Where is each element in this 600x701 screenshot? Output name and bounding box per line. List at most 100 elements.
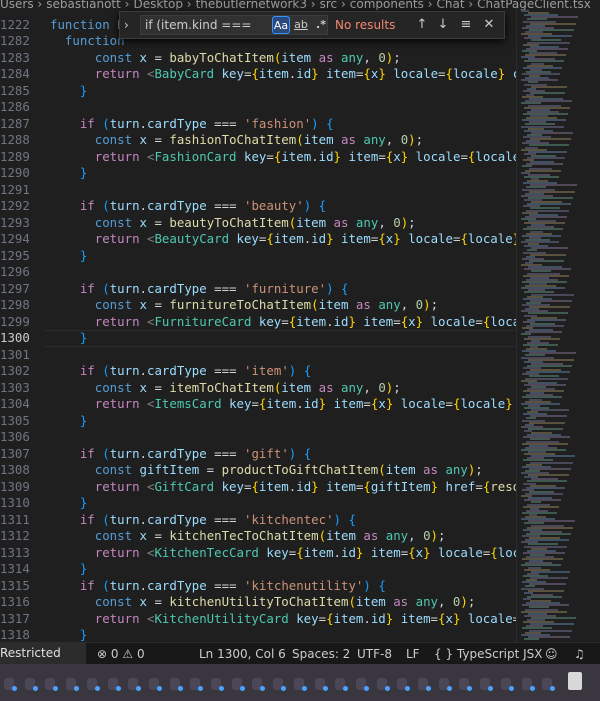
restricted-mode-indicator[interactable]: Restricted Mode: [0, 643, 86, 681]
code-editor[interactable]: 1222 1282 1283 1284 1285 1286 1287 1288 1289 1290…: [0, 10, 600, 642]
code-line[interactable]: if (turn.cardType === 'fashion') {: [50, 116, 334, 133]
code-line[interactable]: return <KitchenTecCard key={item.id} ite…: [50, 545, 516, 562]
minimap-row: [530, 91, 565, 94]
code-line[interactable]: if (turn.cardType === 'kitchenutility') …: [50, 578, 386, 595]
indentation-setting[interactable]: Spaces: 2: [292, 647, 350, 661]
code-line[interactable]: const x = itemToChatItem(item as any, 0)…: [50, 380, 401, 397]
minimap-row: [525, 169, 561, 172]
breadcrumb-item[interactable]: Chat ›: [437, 0, 474, 10]
code-line[interactable]: }: [50, 165, 87, 182]
code-line[interactable]: return <FurnitureCard key={item.id} item…: [50, 314, 516, 331]
line-number-gutter: 1222 1282 1283 1284 1285 1286 1287 1288 1289 1290…: [0, 10, 44, 643]
line-number: 1284: [0, 66, 30, 81]
language-label: TypeScript JSX: [456, 647, 543, 661]
regex-toggle[interactable]: .*: [312, 16, 330, 34]
breadcrumb-item[interactable]: components ›: [350, 0, 433, 10]
line-number: 1309: [0, 478, 30, 494]
code-line[interactable]: if (turn.cardType === 'kitchentec') {: [50, 512, 356, 529]
minimap-row: [523, 66, 562, 69]
code-line[interactable]: if (turn.cardType === 'gift') {: [50, 446, 311, 463]
code-line[interactable]: }: [50, 627, 87, 642]
dock-running-indicator: [529, 686, 535, 691]
code-line[interactable]: return <BabyCard key={item.id} item={x} …: [50, 66, 516, 83]
code-line[interactable]: const x = beautyToChatItem(item as any, …: [50, 215, 416, 232]
minimap-row: [521, 402, 560, 405]
toggle-replace-chevron-icon[interactable]: ›: [124, 18, 136, 32]
minimap-row: [527, 595, 562, 598]
copilot-icon[interactable]: ☺: [545, 647, 558, 661]
minimap-row: [529, 421, 565, 424]
close-icon[interactable]: ✕: [480, 16, 498, 34]
line-number: 1307: [0, 445, 30, 461]
line-number: 1306: [0, 429, 30, 444]
minimap[interactable]: [516, 10, 600, 642]
minimap-row: [521, 241, 559, 243]
breadcrumb-item[interactable]: Desktop ›: [133, 0, 191, 10]
code-line[interactable]: }: [50, 330, 87, 347]
match-case-toggle[interactable]: Aa: [272, 16, 290, 34]
code-line[interactable]: if (turn.cardType === 'beauty') {: [50, 198, 326, 215]
code-line[interactable]: return <ItemsCard key={item.id} item={x}…: [50, 396, 516, 413]
trash-icon[interactable]: [568, 672, 582, 690]
minimap-row: [522, 234, 561, 237]
minimap-row: [523, 505, 559, 508]
breadcrumb-item[interactable]: src ›: [320, 0, 346, 10]
dock-running-indicator: [446, 686, 452, 691]
code-area[interactable]: function E function const x = babyToChat…: [50, 10, 516, 643]
minimap-row: [531, 85, 567, 88]
dock-running-indicator: [363, 686, 369, 691]
minimap-row: [521, 564, 561, 567]
code-line[interactable]: return <KitchenUtilityCard key={item.id}…: [50, 611, 516, 628]
dock-running-indicator: [301, 686, 307, 691]
encoding-setting[interactable]: UTF-8: [357, 647, 392, 661]
code-line[interactable]: }: [50, 413, 87, 430]
language-mode[interactable]: { } TypeScript JSX: [434, 647, 542, 661]
breadcrumb-item[interactable]: ChatPageClient.tsx: [477, 0, 591, 10]
dock-running-indicator: [198, 686, 204, 691]
cursor-position[interactable]: Ln 1300, Col 6: [199, 647, 286, 661]
code-line[interactable]: const x = kitchenUtilityToChatItem(item …: [50, 594, 476, 611]
minimap-row: [529, 259, 564, 262]
breadcrumb: Users › sebastianott › Desktop › thebutlern…: [0, 0, 600, 10]
code-line[interactable]: }: [50, 83, 87, 100]
bell-icon[interactable]: ♫: [574, 647, 585, 661]
line-number: 1299: [0, 313, 30, 329]
line-number: 1292: [0, 198, 30, 213]
dock-running-indicator: [239, 686, 245, 691]
code-line[interactable]: const giftItem = productToGiftChatItem(i…: [50, 462, 483, 479]
code-line[interactable]: return <GiftCard key={item.id} item={gif…: [50, 479, 516, 496]
line-number: 1314: [0, 561, 30, 576]
breadcrumb-item[interactable]: thebutlernetwork3 ›: [196, 0, 316, 10]
find-in-selection-icon[interactable]: ≡: [457, 16, 475, 34]
breadcrumb-item[interactable]: sebastianott ›: [46, 0, 129, 10]
code-line[interactable]: function: [50, 33, 125, 50]
code-line[interactable]: const x = fashionToChatItem(item as any,…: [50, 132, 423, 149]
eol-setting[interactable]: LF: [406, 647, 420, 661]
code-line[interactable]: return <BeautyCard key={item.id} item={x…: [50, 231, 516, 248]
arrow-down-icon[interactable]: ↓: [434, 16, 452, 34]
line-number: 1293: [0, 214, 30, 230]
line-number: 1303: [0, 379, 30, 395]
minimap-row: [522, 396, 562, 399]
code-line[interactable]: const x = furnitureToChatItem(item as an…: [50, 297, 438, 314]
breadcrumb-item[interactable]: Users ›: [0, 0, 42, 10]
code-line[interactable]: const x = kitchenTecToChatItem(item as a…: [50, 528, 446, 545]
line-number: 1290: [0, 165, 30, 180]
whole-word-toggle[interactable]: ab: [292, 16, 310, 34]
line-number: 1316: [0, 594, 30, 609]
code-line[interactable]: }: [50, 248, 87, 265]
code-line[interactable]: const x = babyToChatItem(item as any, 0)…: [50, 50, 401, 67]
code-line[interactable]: }: [50, 495, 87, 512]
code-line[interactable]: function E: [50, 17, 125, 34]
code-line[interactable]: }: [50, 561, 87, 578]
arrow-up-icon[interactable]: ↑: [413, 16, 431, 34]
problems-indicator[interactable]: ⊗ 0 ⚠ 0: [97, 647, 145, 661]
minimap-row: [528, 427, 563, 430]
code-line[interactable]: if (turn.cardType === 'furniture') {: [50, 281, 349, 298]
line-number: 1310: [0, 495, 30, 510]
dock-running-indicator: [405, 686, 411, 691]
code-line[interactable]: if (turn.cardType === 'item') {: [50, 363, 311, 380]
code-line[interactable]: return <FashionCard key={item.id} item={…: [50, 149, 516, 166]
dock-running-indicator: [384, 686, 390, 691]
line-number: 1305: [0, 412, 30, 428]
